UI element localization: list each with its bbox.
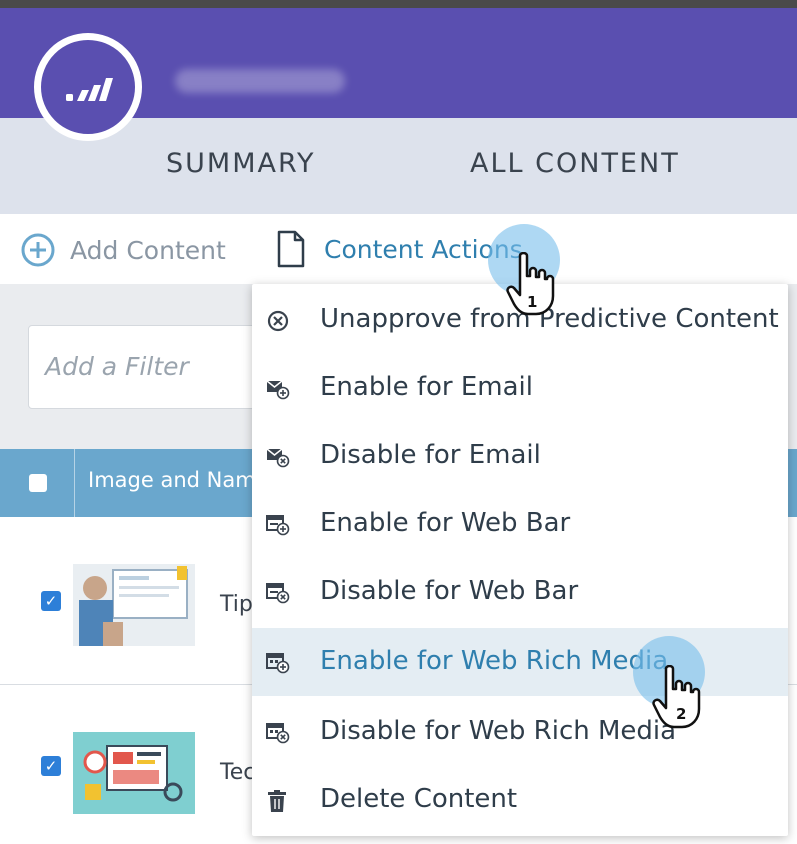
email-add-icon — [266, 380, 290, 400]
select-all-checkbox[interactable] — [29, 474, 47, 492]
row-name[interactable]: Tip — [220, 592, 253, 617]
menu-item-delete-content[interactable]: Delete Content — [252, 766, 788, 834]
menu-item-enable-web-bar[interactable]: Enable for Web Bar — [252, 490, 788, 558]
menu-item-label: Disable for Web Bar — [320, 576, 579, 606]
email-remove-icon — [266, 448, 290, 468]
row-name[interactable]: Tec — [220, 760, 255, 785]
window-top-edge — [0, 0, 797, 8]
step-number-1: 1 — [527, 293, 538, 311]
menu-item-enable-web-rich-media[interactable]: Enable for Web Rich Media — [252, 628, 788, 696]
plus-circle-icon — [21, 233, 55, 267]
menu-item-label: Disable for Email — [320, 440, 541, 470]
row-checkbox[interactable]: ✓ — [41, 591, 61, 611]
menu-item-label: Delete Content — [320, 784, 518, 814]
header-divider — [74, 449, 75, 517]
marketo-logo[interactable] — [34, 33, 142, 141]
column-header-image-and-name[interactable]: Image and Nam — [88, 468, 256, 492]
circle-x-icon — [267, 310, 289, 332]
trash-icon — [268, 790, 286, 812]
content-thumbnail[interactable] — [73, 564, 195, 646]
richmedia-add-icon — [266, 653, 290, 674]
menu-item-enable-email[interactable]: Enable for Email — [252, 354, 788, 422]
logo-bars-icon — [66, 78, 113, 101]
menu-item-label: Enable for Web Rich Media — [320, 646, 669, 676]
content-thumbnail[interactable] — [73, 732, 195, 814]
webbar-add-icon — [266, 515, 290, 536]
richmedia-remove-icon — [266, 723, 290, 744]
tab-summary[interactable]: SUMMARY — [166, 148, 316, 179]
row-checkbox[interactable]: ✓ — [41, 756, 61, 776]
menu-item-label: Enable for Email — [320, 372, 533, 402]
add-content-button[interactable]: Add Content — [18, 230, 226, 270]
menu-item-label: Enable for Web Bar — [320, 508, 571, 538]
tab-all-content[interactable]: ALL CONTENT — [470, 148, 680, 179]
filter-placeholder: Add a Filter — [45, 352, 189, 381]
account-name-redacted — [175, 69, 345, 93]
menu-item-disable-web-bar[interactable]: Disable for Web Bar — [252, 558, 788, 626]
step-number-2: 2 — [676, 705, 687, 723]
content-actions-menu: Unapprove from Predictive Content Enable… — [252, 284, 788, 836]
menu-item-disable-email[interactable]: Disable for Email — [252, 422, 788, 490]
menu-item-label: Disable for Web Rich Media — [320, 716, 677, 746]
document-icon — [277, 230, 305, 268]
menu-item-disable-web-rich-media[interactable]: Disable for Web Rich Media — [252, 698, 788, 766]
webbar-remove-icon — [266, 583, 290, 604]
add-content-label: Add Content — [70, 235, 226, 265]
